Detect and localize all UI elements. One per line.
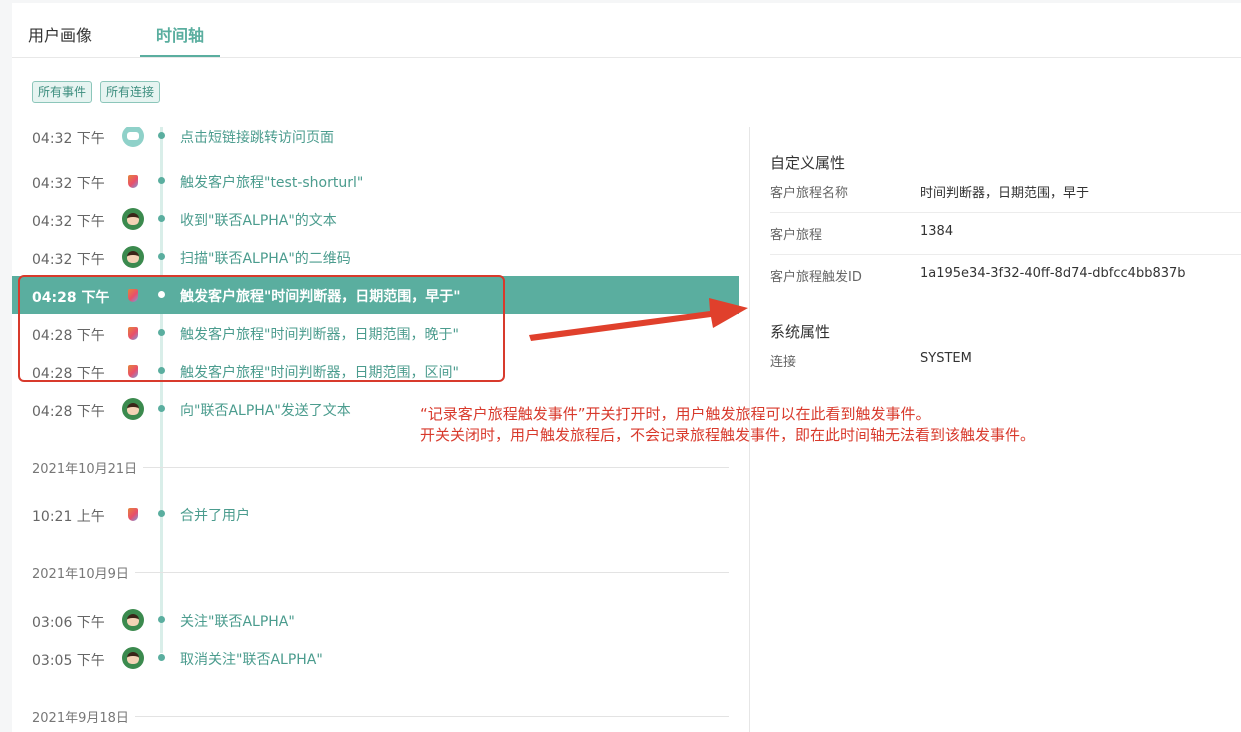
timeline-event[interactable]: 04:28 下午 触发客户旅程"时间判断器，日期范围，晚于"	[12, 314, 739, 352]
filter-tags: 所有事件 所有连接	[32, 81, 168, 103]
timeline-event[interactable]: 04:28 下午 触发客户旅程"时间判断器，日期范围，区间"	[12, 352, 739, 390]
journey-icon	[122, 360, 144, 382]
user-avatar	[122, 398, 144, 420]
bot-icon	[122, 127, 144, 147]
timeline-event[interactable]: 04:32 下午 收到"联否ALPHA"的文本	[12, 200, 739, 238]
event-text: 触发客户旅程"时间判断器，日期范围，晚于"	[180, 327, 459, 343]
date-label: 2021年9月18日	[32, 707, 135, 726]
timeline-dot	[158, 405, 165, 412]
event-text: 扫描"联否ALPHA"的二维码	[180, 251, 351, 267]
date-separator: 2021年10月21日	[32, 456, 729, 477]
property-key: 连接	[770, 355, 797, 370]
user-avatar	[122, 208, 144, 230]
property-row: 连接 SYSTEM	[770, 340, 1241, 382]
date-label: 2021年10月9日	[32, 563, 135, 582]
system-properties-title: 系统属性	[770, 323, 831, 341]
tab-timeline[interactable]: 时间轴	[156, 22, 204, 46]
timeline-event[interactable]: 03:06 下午 关注"联否ALPHA"	[12, 601, 739, 639]
timeline-event[interactable]: 03:05 下午 取消关注"联否ALPHA"	[12, 639, 739, 677]
date-separator: 2021年10月9日	[32, 561, 729, 582]
profile-panel: 用户画像 时间轴 所有事件 所有连接 04:32 下午 点击短链接跳转访问页面 0…	[12, 3, 1241, 732]
property-row: 客户旅程触发ID 1a195e34-3f32-40ff-8d74-dbfcc4b…	[770, 255, 1241, 297]
property-key: 客户旅程触发ID	[770, 270, 862, 285]
active-tab-indicator	[140, 55, 220, 57]
date-divider-line	[32, 716, 729, 717]
event-text: 关注"联否ALPHA"	[180, 614, 295, 630]
property-key: 客户旅程名称	[770, 186, 849, 201]
journey-icon	[122, 322, 144, 344]
property-value: 时间判断器，日期范围，早于	[920, 186, 1090, 201]
annotation-line-2: 开关关闭时，用户触发旅程后，不会记录旅程触发事件，即在此时间轴无法看到该触发事件…	[420, 426, 1036, 444]
property-row: 客户旅程名称 时间判断器，日期范围，早于	[770, 171, 1241, 213]
filter-all-connections[interactable]: 所有连接	[100, 81, 161, 103]
annotation-note: “记录客户旅程触发事件”开关打开时，用户触发旅程可以在此看到触发事件。 开关关闭…	[420, 404, 1035, 446]
timeline-dot	[158, 510, 165, 517]
event-time: 04:32 下午	[32, 252, 105, 268]
event-text: 点击短链接跳转访问页面	[180, 130, 334, 146]
event-time: 04:28 下午	[32, 328, 105, 344]
user-avatar	[122, 609, 144, 631]
event-time: 03:06 下午	[32, 615, 105, 631]
journey-icon	[122, 170, 144, 192]
event-text: 取消关注"联否ALPHA"	[180, 652, 323, 668]
tab-user-profile[interactable]: 用户画像	[28, 22, 92, 46]
custom-properties-title: 自定义属性	[770, 154, 846, 172]
timeline-dot	[158, 367, 165, 374]
property-key: 客户旅程	[770, 228, 823, 243]
timeline-event[interactable]: 04:32 下午 扫描"联否ALPHA"的二维码	[12, 238, 739, 276]
timeline-event[interactable]: 04:32 下午 触发客户旅程"test-shorturl"	[12, 162, 739, 200]
timeline-dot	[158, 616, 165, 623]
event-time: 04:32 下午	[32, 214, 105, 230]
timeline-dot	[158, 177, 165, 184]
timeline-dot	[158, 132, 165, 139]
date-divider-line	[32, 572, 729, 573]
event-time: 04:32 下午	[32, 176, 105, 192]
timeline-dot	[158, 654, 165, 661]
event-time: 04:28 下午	[32, 366, 105, 382]
timeline-dot	[158, 215, 165, 222]
property-row: 客户旅程 1384	[770, 213, 1241, 255]
filter-all-events[interactable]: 所有事件	[32, 81, 93, 103]
event-time: 04:28 下午	[32, 404, 105, 420]
event-text: 触发客户旅程"时间判断器，日期范围，早于"	[180, 289, 461, 305]
tab-bar: 用户画像 时间轴	[12, 3, 1241, 58]
date-separator: 2021年9月18日	[32, 705, 729, 726]
user-avatar	[122, 246, 144, 268]
event-time: 03:05 下午	[32, 653, 105, 669]
event-text: 触发客户旅程"时间判断器，日期范围，区间"	[180, 365, 459, 381]
event-text: 合并了用户	[180, 508, 250, 524]
date-label: 2021年10月21日	[32, 458, 144, 477]
journey-icon	[122, 503, 144, 525]
timeline-event[interactable]: 04:32 下午 点击短链接跳转访问页面	[12, 127, 739, 155]
annotation-line-1: “记录客户旅程触发事件”开关打开时，用户触发旅程可以在此看到触发事件。	[420, 405, 931, 423]
user-avatar	[122, 647, 144, 669]
property-value: 1a195e34-3f32-40ff-8d74-dbfcc4bb837b	[920, 266, 1186, 281]
event-time: 04:28 下午	[32, 290, 110, 306]
event-text: 向"联否ALPHA"发送了文本	[180, 403, 351, 419]
timeline-dot	[158, 291, 165, 298]
event-time: 04:32 下午	[32, 131, 105, 147]
timeline-event[interactable]: 10:21 上午 合并了用户	[12, 495, 739, 533]
timeline-dot	[158, 329, 165, 336]
property-value: SYSTEM	[920, 351, 972, 366]
timeline-event-selected[interactable]: 04:28 下午 触发客户旅程"时间判断器，日期范围，早于"	[12, 276, 739, 314]
timeline-dot	[158, 253, 165, 260]
event-text: 收到"联否ALPHA"的文本	[180, 213, 337, 229]
event-time: 10:21 上午	[32, 509, 105, 525]
journey-icon	[122, 284, 144, 306]
event-text: 触发客户旅程"test-shorturl"	[180, 175, 364, 191]
property-value: 1384	[920, 224, 954, 239]
